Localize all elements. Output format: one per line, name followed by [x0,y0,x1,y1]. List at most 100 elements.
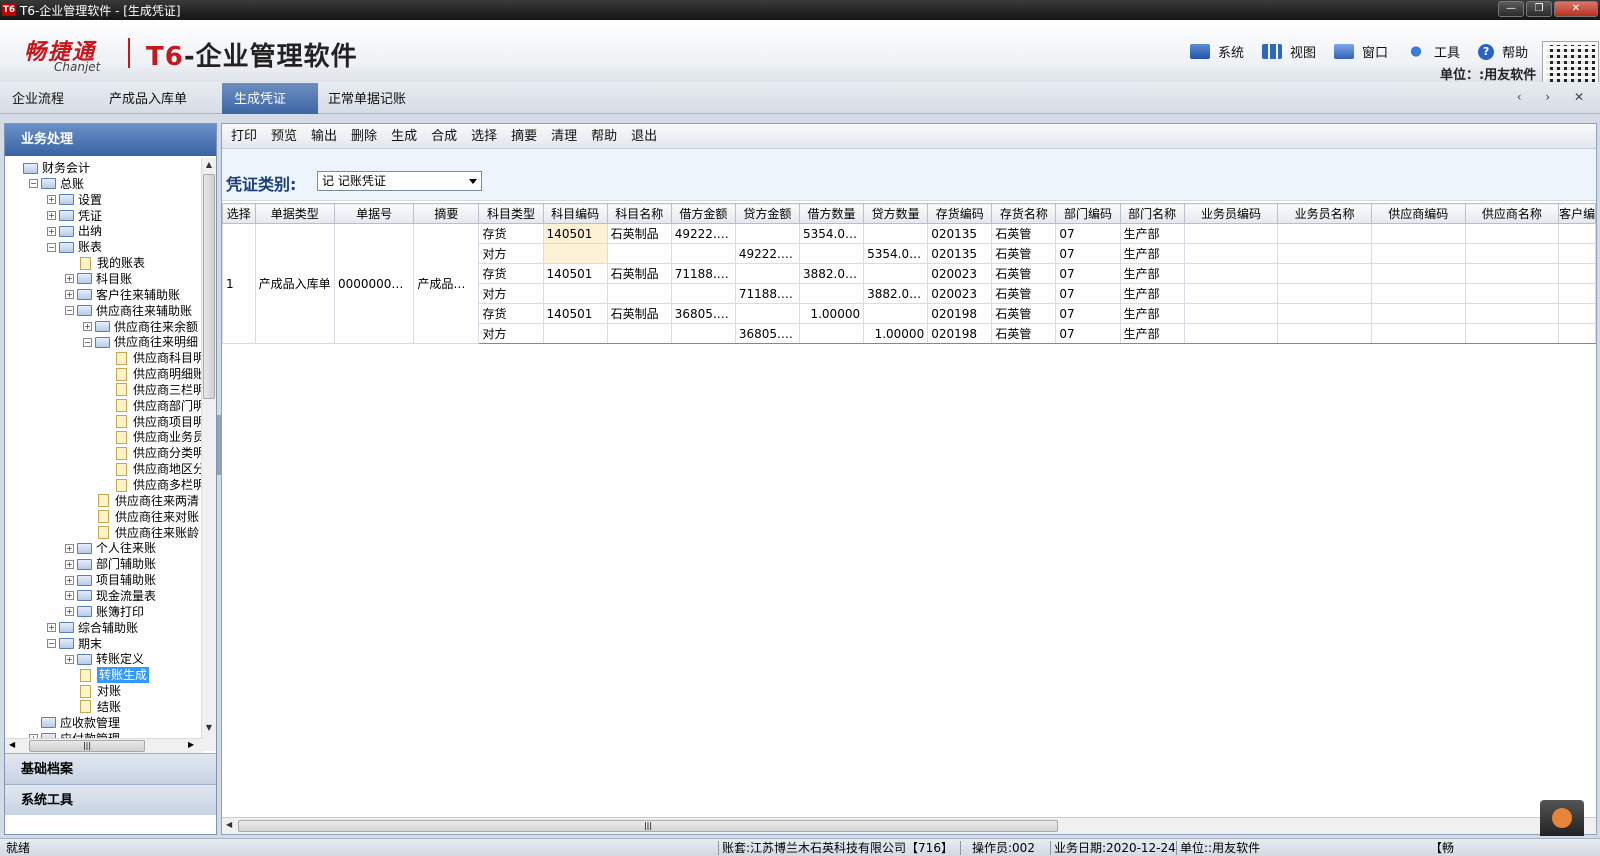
cell-dqty[interactable] [798,323,865,344]
column-header[interactable]: 借方数量 [798,203,865,224]
cell-empty[interactable] [1558,243,1596,264]
cell-dept_name[interactable]: 生产部 [1119,243,1185,264]
panel-header[interactable]: 业务处理 [5,124,216,156]
column-header[interactable]: 科目类型 [478,203,544,224]
cell-dept_code[interactable]: 07 [1055,243,1121,264]
cell-inv_name[interactable]: 石英管 [991,303,1057,324]
toolbar-button[interactable]: 输出 [304,126,344,147]
scroll-left-icon[interactable]: ◀ [9,740,15,749]
cell-empty[interactable] [1558,283,1596,304]
tab-enterprise-flow[interactable]: 企业流程 [0,83,76,114]
cell-empty[interactable] [1370,243,1466,264]
tree-node[interactable]: 供应商业务员 [101,429,203,445]
cell-empty[interactable] [1370,323,1466,344]
cell-name[interactable]: 石英制品 [606,263,672,284]
cell-dept_name[interactable]: 生产部 [1119,303,1185,324]
cell-empty[interactable] [1558,223,1596,244]
toolbar-button[interactable]: 删除 [344,126,384,147]
cell-inv_code[interactable]: 020023 [927,283,993,304]
column-header[interactable]: 单据号 [333,203,415,224]
tree-node[interactable]: − 总账 [29,176,84,192]
cell-debit[interactable] [670,323,736,344]
column-header[interactable]: 贷方数量 [863,203,929,224]
cell-name[interactable] [606,323,672,344]
tree-node[interactable]: 供应商科目明 [101,350,203,366]
toolbar-button[interactable]: 退出 [624,126,664,147]
cell-empty[interactable] [1464,243,1560,264]
cell-inv_name[interactable]: 石英管 [991,323,1057,344]
cell-cqty[interactable] [863,263,929,284]
cell-inv_name[interactable]: 石英管 [991,223,1057,244]
cell-dept_code[interactable]: 07 [1055,263,1121,284]
cell-debit[interactable] [670,243,736,264]
tab-generate-voucher[interactable]: 生成凭证✕ [222,83,318,141]
column-header[interactable]: 科目名称 [606,203,672,224]
cell-code[interactable] [542,243,608,264]
tree-node[interactable]: 供应商往来对账 [83,509,199,525]
menu-system[interactable]: 系统 [1190,42,1244,61]
cell-cqty[interactable]: 5354.00000 [863,243,929,264]
merged-cell-select[interactable]: 1 [222,223,256,344]
column-header[interactable]: 贷方金额 [734,203,800,224]
tree-node[interactable]: − 期末 [47,636,102,652]
tree-node[interactable]: 供应商地区分 [101,461,203,477]
tree-node[interactable]: 供应商多栏明 [101,477,203,493]
expand-icon[interactable]: + [47,195,56,205]
cell-inv_code[interactable]: 020135 [927,223,993,244]
tree-node[interactable]: + 凭证 [47,208,102,224]
expand-icon[interactable]: + [65,607,74,617]
chevron-down-icon[interactable] [469,179,477,184]
cell-dqty[interactable]: 1.00000 [798,303,865,324]
cell-cqty[interactable] [863,303,929,324]
cell-inv_code[interactable]: 020135 [927,243,993,264]
cell-credit[interactable] [734,263,800,284]
tree-horizontal-scrollbar[interactable]: ◀ ||| ▶ [5,738,203,753]
cell-code[interactable]: 140501 [542,303,608,324]
cell-empty[interactable] [1277,303,1372,324]
toolbar-button[interactable]: 选择 [464,126,504,147]
cell-code[interactable]: 140501 [542,223,608,244]
cell-inv_name[interactable]: 石英管 [991,243,1057,264]
cell-empty[interactable] [1464,303,1560,324]
cell-name[interactable]: 石英制品 [606,303,672,324]
cell-empty[interactable] [1277,283,1372,304]
toolbar-button[interactable]: 预览 [264,126,304,147]
section-system-tools[interactable]: 系统工具 [5,784,216,815]
cell-inv_code[interactable]: 020198 [927,323,993,344]
cell-credit[interactable] [734,223,800,244]
collapse-icon[interactable]: − [47,242,56,252]
cell-empty[interactable] [1277,263,1372,284]
cell-empty[interactable] [1183,223,1279,244]
expand-icon[interactable]: + [65,559,74,569]
column-header[interactable]: 供应商名称 [1464,203,1560,224]
cell-cqty[interactable]: 3882.00000 [863,283,929,304]
cell-empty[interactable] [1558,263,1596,284]
expand-icon[interactable]: + [47,211,56,221]
tree-node[interactable]: + 设置 [47,192,102,208]
menu-window[interactable]: 窗口 [1334,42,1388,61]
column-header[interactable]: 业务员编码 [1183,203,1279,224]
cell-dqty[interactable]: 3882.00000 [798,263,865,284]
voucher-type-select[interactable]: 记 记账凭证 [317,171,482,191]
cell-empty[interactable] [1183,243,1279,264]
cell-code[interactable]: 140501 [542,263,608,284]
cell-credit[interactable]: 49222.29 [734,243,800,264]
tree-node[interactable]: + 个人往来账 [65,540,156,556]
tab-normal-doc-posting[interactable]: 正常单据记账 [316,83,418,114]
column-header[interactable]: 客户编 [1558,203,1596,224]
cell-empty[interactable] [1370,283,1466,304]
section-basic-archives[interactable]: 基础档案 [5,753,216,784]
column-header[interactable]: 存货编码 [927,203,993,224]
tree-node[interactable]: 对账 [65,683,121,699]
cell-type[interactable]: 对方 [478,323,544,344]
cell-dept_name[interactable]: 生产部 [1119,283,1185,304]
cell-empty[interactable] [1370,263,1466,284]
cell-type[interactable]: 对方 [478,243,544,264]
tree-node[interactable]: 财务会计 [11,160,90,176]
cell-dqty[interactable]: 5354.00000 [798,223,865,244]
cell-empty[interactable] [1558,323,1596,344]
tree-node[interactable]: 供应商项目明 [101,414,203,430]
column-header[interactable]: 部门编码 [1055,203,1121,224]
cell-empty[interactable] [1277,243,1372,264]
tree-node[interactable]: + 部门辅助账 [65,556,156,572]
